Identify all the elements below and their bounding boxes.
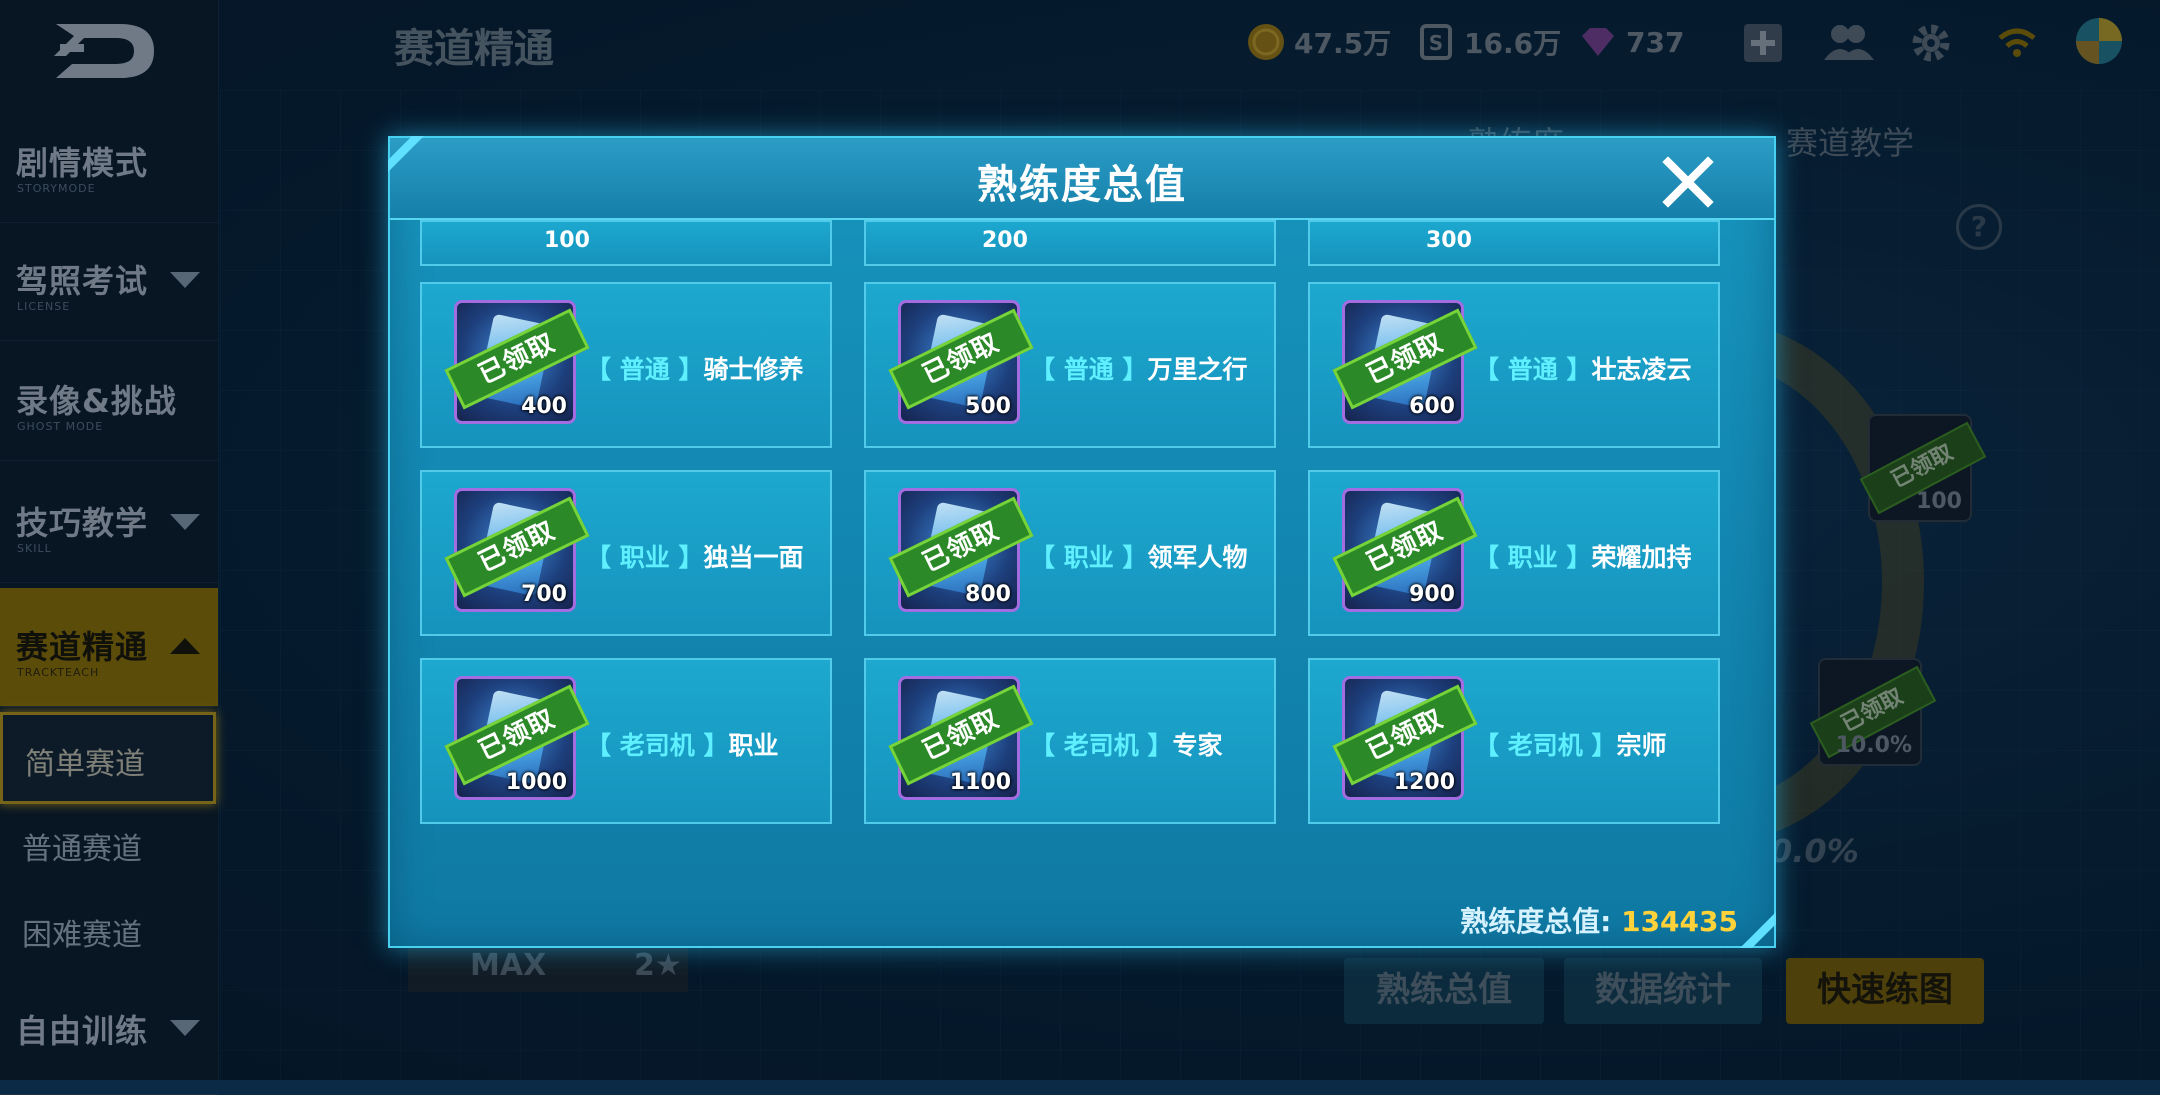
achievement-label: 【 职业 】领军人物 [1030,543,1248,572]
close-icon[interactable] [1660,154,1716,210]
achievement-value: 400 [521,394,567,419]
achievement-card[interactable]: 已领取 400 【 普通 】骑士修养 [420,282,832,448]
achievement-value: 100 [544,228,590,253]
achievement-badge: 已领取 800 [888,488,1034,612]
achievement-card[interactable]: 已领取 1000 【 老司机 】职业 [420,658,832,824]
achievement-badge: 已领取 1000 [444,676,590,800]
achievement-value: 1100 [949,770,1011,795]
achievement-name: 壮志凌云 [1591,355,1692,384]
achievement-label: 【 普通 】壮志凌云 [1474,355,1692,384]
corner-decoration [388,136,424,172]
achievement-card[interactable]: 已领取 1100 【 老司机 】专家 [864,658,1276,824]
achievement-name: 职业 [728,731,779,760]
achievement-label: 【 老司机 】宗师 [1474,731,1667,760]
achievement-badge: 已领取 700 [444,488,590,612]
achievement-name: 专家 [1172,731,1223,760]
achievement-card[interactable]: 已领取 800 【 职业 】领军人物 [864,470,1276,636]
achievement-name: 宗师 [1616,731,1667,760]
achievement-badge: 已领取 600 [1332,300,1478,424]
achievement-card-partial[interactable]: 300 [1308,220,1720,266]
achievement-tier: 普通 [619,355,670,384]
achievement-list[interactable]: 100 200 300 已领取 400 【 普通 】骑士修养 已领取 500 【 普… [420,220,1744,900]
achievement-name: 荣耀加持 [1591,543,1692,572]
proficiency-total: 熟练度总值: 134435 [1460,900,1738,940]
achievement-tier: 普通 [1063,355,1114,384]
achievement-value: 1200 [1393,770,1455,795]
achievement-tier: 职业 [1063,543,1114,572]
achievement-label: 【 老司机 】职业 [586,731,779,760]
proficiency-total-dialog: 熟练度总值 100 200 300 已领取 400 【 普通 】骑士修养 已领取 5… [388,136,1776,948]
achievement-label: 【 职业 】荣耀加持 [1474,543,1692,572]
total-value: 134435 [1621,905,1738,938]
achievement-tier: 老司机 [1507,731,1583,760]
achievement-badge: 已领取 400 [444,300,590,424]
achievement-tier: 普通 [1507,355,1558,384]
achievement-card[interactable]: 已领取 500 【 普通 】万里之行 [864,282,1276,448]
achievement-label: 【 老司机 】专家 [1030,731,1223,760]
total-label: 熟练度总值: [1460,905,1612,938]
corner-decoration [1740,912,1776,948]
achievement-badge: 已领取 500 [888,300,1034,424]
achievement-label: 【 普通 】万里之行 [1030,355,1248,384]
achievement-card[interactable]: 已领取 600 【 普通 】壮志凌云 [1308,282,1720,448]
achievement-value: 900 [1409,582,1455,607]
achievement-label: 【 职业 】独当一面 [586,543,804,572]
achievement-badge: 已领取 1100 [888,676,1034,800]
achievement-value: 800 [965,582,1011,607]
achievement-label: 【 普通 】骑士修养 [586,355,804,384]
achievement-card[interactable]: 已领取 900 【 职业 】荣耀加持 [1308,470,1720,636]
achievement-tier: 职业 [619,543,670,572]
achievement-name: 骑士修养 [703,355,804,384]
achievement-name: 独当一面 [703,543,804,572]
dialog-header: 熟练度总值 [390,138,1774,220]
achievement-card-partial[interactable]: 200 [864,220,1276,266]
achievement-value: 200 [982,228,1028,253]
achievement-card-partial[interactable]: 100 [420,220,832,266]
achievement-value: 700 [521,582,567,607]
achievement-value: 600 [1409,394,1455,419]
achievement-value: 500 [965,394,1011,419]
achievement-value: 300 [1426,228,1472,253]
achievement-name: 领军人物 [1147,543,1248,572]
achievement-tier: 职业 [1507,543,1558,572]
achievement-card[interactable]: 已领取 700 【 职业 】独当一面 [420,470,832,636]
achievement-tier: 老司机 [619,731,695,760]
achievement-name: 万里之行 [1147,355,1248,384]
dialog-title: 熟练度总值 [977,162,1187,208]
achievement-tier: 老司机 [1063,731,1139,760]
achievement-badge: 已领取 900 [1332,488,1478,612]
achievement-value: 1000 [505,770,567,795]
achievement-badge: 已领取 1200 [1332,676,1478,800]
achievement-card[interactable]: 已领取 1200 【 老司机 】宗师 [1308,658,1720,824]
